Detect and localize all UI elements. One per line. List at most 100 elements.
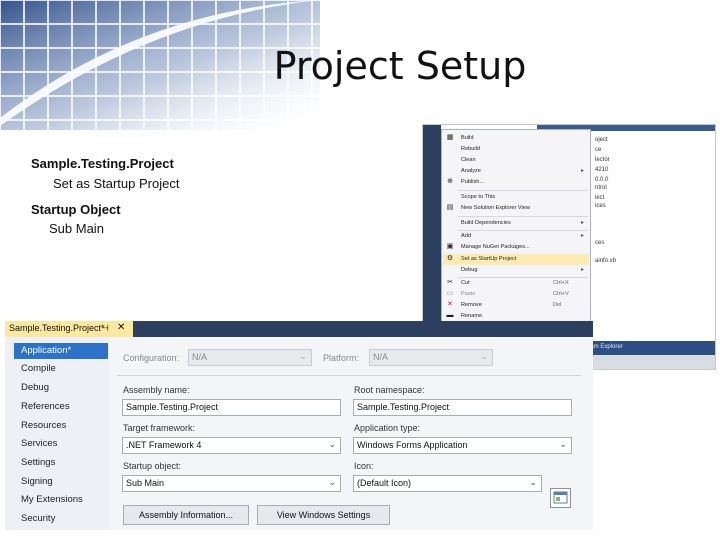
tree-fragment: oject	[595, 137, 608, 143]
menu-label: Set as StartUp Project	[461, 256, 517, 262]
page-title: Project Setup	[273, 44, 527, 88]
menu-shortcut: Ctrl+V	[553, 291, 569, 297]
nav-services[interactable]: Services	[21, 438, 57, 449]
root-namespace-label: Root namespace:	[354, 385, 425, 395]
configuration-select: N/A ⌄	[188, 349, 312, 366]
menu-label: Cut	[461, 280, 470, 286]
application-type-label: Application type:	[354, 423, 421, 433]
menu-shortcut: Ctrl+X	[553, 280, 569, 286]
target-framework-value: .NET Framework 4	[126, 440, 202, 450]
tree-fragment: lect	[595, 195, 605, 201]
tree-fragment: lector	[595, 157, 610, 163]
menu-item-publish[interactable]: ⊕ Publish...	[443, 177, 589, 188]
properties-body: Configuration: N/A ⌄ Platform: N/A ⌄ Ass…	[109, 337, 593, 530]
submenu-arrow-icon: ▸	[581, 220, 585, 226]
menu-label: Rebuild	[461, 146, 480, 152]
menu-label: Add	[461, 233, 471, 239]
bullet-set-startup: Set as Startup Project	[53, 176, 180, 191]
application-type-value: Windows Forms Application	[357, 440, 468, 450]
tree-fragment: ainfo.vb	[595, 258, 617, 264]
nav-signing[interactable]: Signing	[21, 476, 53, 487]
tree-fragment: ce	[595, 147, 602, 153]
document-tab-bar: Sample.Testing.Project* ⊣ ✕	[5, 321, 593, 337]
nav-security[interactable]: Security	[21, 513, 55, 524]
menu-item-build[interactable]: ▦ Build	[443, 133, 589, 144]
target-framework-select[interactable]: .NET Framework 4 ⌄	[122, 437, 341, 454]
menu-item-scope-to-this[interactable]: Scope to This	[443, 192, 589, 203]
chevron-down-icon: ⌄	[328, 439, 336, 449]
startup-object-label: Startup object:	[123, 461, 182, 471]
menu-item-remove[interactable]: ✕ Remove Del	[443, 300, 589, 311]
window-icon	[553, 491, 568, 504]
menu-item-analyze[interactable]: Analyze ▸	[443, 166, 589, 177]
icon-label: Icon:	[354, 461, 374, 471]
nav-compile[interactable]: Compile	[21, 363, 56, 374]
tab-label: Sample.Testing.Project*	[9, 323, 105, 333]
menu-item-manage-nuget[interactable]: ▣ Manage NuGet Packages...	[443, 242, 589, 253]
project-properties-screenshot: Sample.Testing.Project* ⊣ ✕ Application*…	[5, 321, 593, 530]
rename-icon: ▬	[446, 312, 454, 319]
tree-fragment: ices	[595, 203, 606, 209]
view-windows-settings-button[interactable]: View Windows Settings	[257, 505, 390, 525]
menu-label: Debug	[461, 267, 478, 273]
pin-icon[interactable]: ⊣	[101, 323, 109, 334]
tree-fragment: 0.0.0	[595, 177, 609, 183]
nuget-icon: ▣	[446, 243, 454, 250]
startup-object-value: Sub Main	[126, 478, 165, 488]
nav-my-extensions[interactable]: My Extensions	[21, 494, 83, 505]
platform-select: N/A ⌄	[369, 349, 493, 366]
tree-fragment: 4210	[595, 167, 609, 173]
publish-icon: ⊕	[447, 178, 453, 185]
nav-application[interactable]: Application*	[14, 343, 108, 359]
status-strip	[583, 355, 715, 369]
menu-item-new-solution-explorer-view[interactable]: ▤ New Solution Explorer View	[443, 203, 589, 214]
menu-item-cut[interactable]: ✂ Cut Ctrl+X	[443, 278, 589, 289]
menu-label: Paste	[461, 291, 476, 297]
nav-resources[interactable]: Resources	[21, 420, 66, 431]
bullet-project-name: Sample.Testing.Project	[31, 156, 174, 171]
chevron-down-icon: ⌄	[299, 351, 307, 361]
menu-label: Analyze	[461, 168, 481, 174]
menu-label: Build	[461, 135, 474, 141]
assembly-name-input[interactable]: Sample.Testing.Project	[122, 399, 341, 416]
remove-icon: ✕	[447, 301, 453, 308]
configuration-value: N/A	[192, 352, 208, 362]
menu-separator	[458, 190, 588, 191]
menu-item-set-as-startup[interactable]: ⚙ Set as StartUp Project	[443, 254, 589, 265]
icon-select[interactable]: (Default Icon) ⌄	[353, 475, 542, 492]
icon-value: (Default Icon)	[357, 478, 412, 488]
menu-label: Rename	[461, 313, 483, 319]
chevron-down-icon: ⌄	[559, 439, 567, 449]
nav-debug[interactable]: Debug	[21, 382, 49, 393]
properties-nav: Application* Compile Debug References Re…	[5, 337, 109, 530]
platform-label: Platform:	[323, 353, 360, 363]
icon-preview	[550, 488, 571, 508]
menu-item-debug[interactable]: Debug ▸	[443, 265, 589, 276]
assembly-information-button[interactable]: Assembly Information...	[123, 505, 249, 525]
application-type-select[interactable]: Windows Forms Application ⌄	[353, 437, 572, 454]
menu-item-build-dependencies[interactable]: Build Dependencies ▸	[443, 218, 589, 229]
build-icon: ▦	[446, 134, 454, 141]
menu-shortcut: Del	[553, 302, 562, 308]
context-menu: ▦ Build Rebuild Clean Analyze ▸ ⊕ Publis…	[441, 129, 591, 323]
menu-item-paste[interactable]: ▭ Paste Ctrl+V	[443, 289, 589, 300]
scissors-icon: ✂	[447, 279, 453, 286]
chevron-down-icon: ⌄	[480, 351, 488, 361]
nav-references[interactable]: References	[21, 401, 70, 412]
nav-settings[interactable]: Settings	[21, 457, 55, 468]
menu-item-rebuild[interactable]: Rebuild	[443, 144, 589, 155]
root-namespace-input[interactable]: Sample.Testing.Project	[353, 399, 572, 416]
team-explorer-tab[interactable]: eam Explorer	[583, 341, 715, 355]
chevron-down-icon: ⌄	[529, 477, 537, 487]
chevron-down-icon: ⌄	[328, 477, 336, 487]
slide: Project Setup Sample.Testing.Project Set…	[0, 0, 720, 540]
menu-item-clean[interactable]: Clean	[443, 155, 589, 166]
tab-project-properties[interactable]: Sample.Testing.Project* ⊣ ✕	[5, 321, 133, 337]
menu-label: Publish...	[461, 179, 485, 185]
close-icon[interactable]: ✕	[117, 322, 125, 333]
startup-object-select[interactable]: Sub Main ⌄	[122, 475, 341, 492]
menu-item-add[interactable]: Add ▸	[443, 231, 589, 242]
assembly-name-label: Assembly name:	[123, 385, 190, 395]
bullet-startup-object: Startup Object	[31, 202, 121, 217]
paste-icon: ▭	[446, 290, 454, 297]
